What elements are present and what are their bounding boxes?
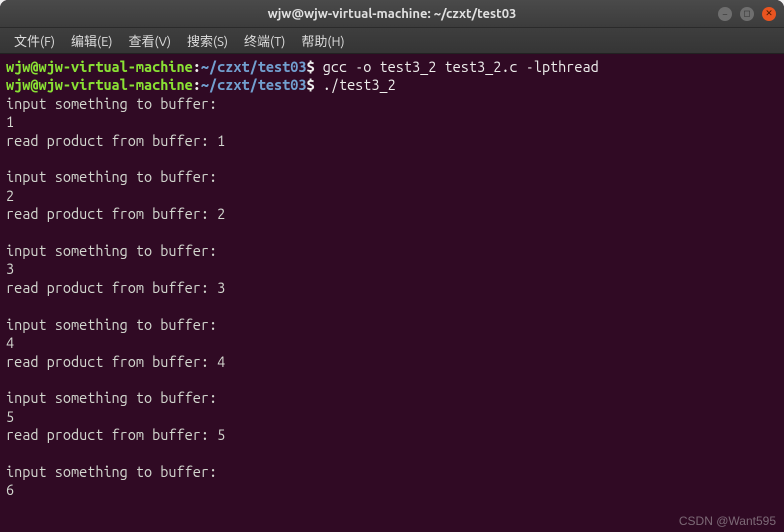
maximize-button[interactable]: ◻ bbox=[740, 7, 754, 21]
menu-terminal[interactable]: 终端(T) bbox=[238, 29, 291, 52]
command-line: ./test3_2 bbox=[323, 76, 396, 93]
output-line: read product from buffer: 5 bbox=[6, 426, 225, 443]
menu-search[interactable]: 搜索(S) bbox=[181, 29, 234, 52]
terminal-output[interactable]: wjw@wjw-virtual-machine:~/czxt/test03$ g… bbox=[0, 54, 784, 532]
menu-view[interactable]: 查看(V) bbox=[123, 29, 177, 52]
menubar: 文件(F) 编辑(E) 查看(V) 搜索(S) 终端(T) 帮助(H) bbox=[0, 28, 784, 54]
prompt-user-host: wjw@wjw-virtual-machine bbox=[6, 76, 193, 93]
output-line: 5 bbox=[6, 408, 14, 425]
output-line: 3 bbox=[6, 260, 14, 277]
prompt-path: ~/czxt/test03 bbox=[201, 58, 307, 75]
output-line: read product from buffer: 1 bbox=[6, 132, 225, 149]
output-line: read product from buffer: 3 bbox=[6, 279, 225, 296]
output-line: read product from buffer: 4 bbox=[6, 353, 225, 370]
titlebar: wjw@wjw-virtual-machine: ~/czxt/test03 –… bbox=[0, 0, 784, 28]
window-title: wjw@wjw-virtual-machine: ~/czxt/test03 bbox=[268, 7, 517, 21]
prompt-user-host: wjw@wjw-virtual-machine bbox=[6, 58, 193, 75]
window-controls: – ◻ ✕ bbox=[718, 7, 776, 21]
minimize-button[interactable]: – bbox=[718, 7, 732, 21]
menu-help[interactable]: 帮助(H) bbox=[295, 29, 350, 52]
output-line: input something to buffer: bbox=[6, 316, 217, 333]
output-line: input something to buffer: bbox=[6, 389, 217, 406]
output-line: 1 bbox=[6, 113, 14, 130]
output-line: read product from buffer: 2 bbox=[6, 205, 225, 222]
output-line: 4 bbox=[6, 334, 14, 351]
watermark: CSDN @Want595 bbox=[679, 514, 776, 528]
prompt-path: ~/czxt/test03 bbox=[201, 76, 307, 93]
prompt-dollar: $ bbox=[306, 76, 322, 93]
output-line: input something to buffer: bbox=[6, 95, 217, 112]
prompt-dollar: $ bbox=[306, 58, 322, 75]
output-line: input something to buffer: bbox=[6, 168, 217, 185]
menu-file[interactable]: 文件(F) bbox=[8, 29, 61, 52]
output-line: 2 bbox=[6, 187, 14, 204]
close-button[interactable]: ✕ bbox=[762, 7, 776, 21]
terminal-window: wjw@wjw-virtual-machine: ~/czxt/test03 –… bbox=[0, 0, 784, 532]
output-line: input something to buffer: bbox=[6, 242, 217, 259]
output-line: input something to buffer: bbox=[6, 463, 217, 480]
menu-edit[interactable]: 编辑(E) bbox=[65, 29, 118, 52]
prompt-colon: : bbox=[193, 58, 201, 75]
command-line: gcc -o test3_2 test3_2.c -lpthread bbox=[323, 58, 599, 75]
output-line: 6 bbox=[6, 481, 14, 498]
prompt-colon: : bbox=[193, 76, 201, 93]
